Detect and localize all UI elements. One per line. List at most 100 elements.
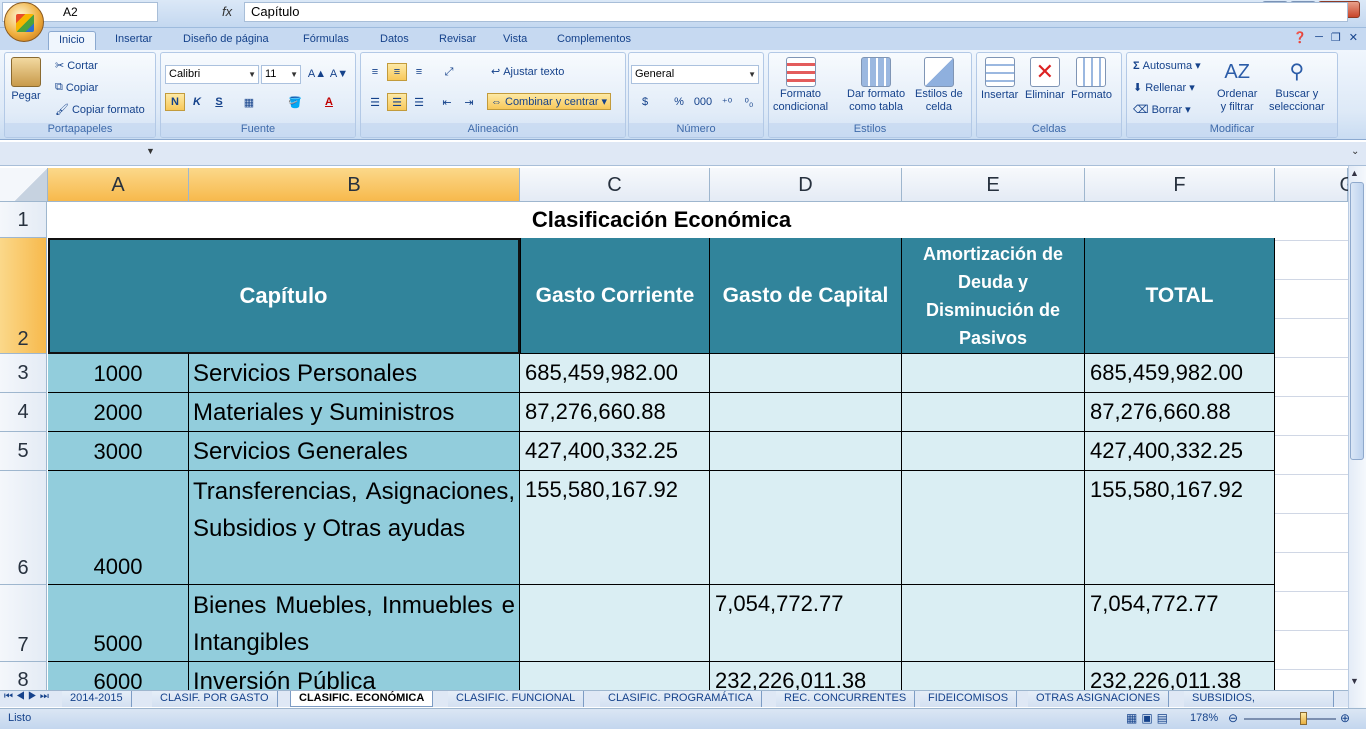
column-header-a[interactable]: A — [48, 168, 189, 202]
row-header-2[interactable]: 2 — [0, 238, 47, 354]
tab-inicio[interactable]: Inicio — [48, 31, 96, 50]
view-mode-icons[interactable]: ▦▣▤ — [1126, 711, 1172, 725]
row-header-3[interactable]: 3 — [0, 354, 47, 393]
sheet-tab-active[interactable]: CLASIFIC. ECONÓMICA — [290, 691, 434, 707]
sheet-tab[interactable]: OTRAS ASIGNACIONES — [1028, 691, 1170, 707]
cell-capital[interactable]: 232,226,011.38 — [710, 662, 902, 690]
expand-formula-bar-icon[interactable]: ⌄ — [1351, 146, 1359, 157]
header-gasto-capital[interactable]: Gasto de Capital — [710, 238, 902, 354]
font-name-combo[interactable]: Calibri ▼ — [165, 65, 259, 84]
cell-corriente[interactable]: 87,276,660.88 — [520, 393, 710, 432]
scroll-up-icon[interactable]: ▲ — [1350, 168, 1359, 178]
restore-workbook-icon[interactable]: ❐ — [1331, 31, 1341, 44]
cell-corriente[interactable] — [520, 585, 710, 662]
vertical-scroll-thumb[interactable] — [1350, 182, 1364, 460]
cell-total[interactable]: 87,276,660.88 — [1085, 393, 1275, 432]
row-header-6[interactable]: 6 — [0, 471, 47, 585]
percent-button[interactable]: % — [669, 93, 689, 111]
sort-filter-button[interactable]: AZ Ordenar y filtrar — [1217, 57, 1257, 113]
cell-corriente[interactable]: 155,580,167.92 — [520, 471, 710, 585]
row-header-5[interactable]: 5 — [0, 432, 47, 471]
header-total[interactable]: TOTAL — [1085, 238, 1275, 354]
italic-button[interactable]: K — [187, 93, 207, 111]
align-top-icon[interactable]: ≡ — [365, 63, 385, 81]
autosum-button[interactable]: Σ Autosuma ▾ — [1133, 59, 1201, 73]
cell-code[interactable]: 6000 — [48, 662, 189, 690]
cell-total[interactable]: 685,459,982.00 — [1085, 354, 1275, 393]
scroll-down-icon[interactable]: ▼ — [1350, 676, 1359, 686]
select-all-button[interactable] — [0, 168, 48, 202]
formula-input[interactable]: Capítulo — [244, 2, 1348, 22]
orientation-icon[interactable]: ⤢ — [439, 63, 459, 81]
sheet-tab[interactable]: FIDEICOMISOS — [920, 691, 1018, 707]
conditional-format-button[interactable]: Formato condicional — [773, 57, 828, 113]
minimize-workbook-icon[interactable]: ─ — [1315, 31, 1323, 44]
row-header-8[interactable]: 8 — [0, 662, 47, 690]
grow-font-button[interactable]: A▲ — [307, 65, 327, 83]
fill-color-icon[interactable]: 🪣 — [285, 93, 305, 111]
increase-indent-icon[interactable]: ⇥ — [459, 93, 479, 111]
column-header-f[interactable]: F — [1085, 168, 1275, 202]
delete-cells-button[interactable]: ✕ Eliminar — [1025, 57, 1065, 101]
clear-button[interactable]: ⌫ Borrar ▾ — [1133, 103, 1191, 117]
cell-name[interactable]: Inversión Pública — [189, 662, 520, 690]
sheet-tab[interactable]: 2014-2015 — [62, 691, 132, 707]
bold-button[interactable]: N — [165, 93, 185, 111]
tab-vista[interactable]: Vista — [493, 31, 537, 50]
row-header-1[interactable]: 1 — [0, 202, 47, 238]
align-center-icon[interactable]: ☰ — [387, 93, 407, 111]
cell-total[interactable]: 7,054,772.77 — [1085, 585, 1275, 662]
align-left-icon[interactable]: ☰ — [365, 93, 385, 111]
zoom-out-icon[interactable]: ⊖ — [1228, 711, 1238, 725]
insert-cells-button[interactable]: Insertar — [981, 57, 1018, 101]
cell-total[interactable]: 155,580,167.92 — [1085, 471, 1275, 585]
cell-name[interactable]: Materiales y Suministros — [189, 393, 520, 432]
tab-diseno[interactable]: Diseño de página — [173, 31, 279, 50]
merge-center-button[interactable]: ⇔ Combinar y centrar ▾ — [487, 93, 612, 110]
cell-code[interactable]: 3000 — [48, 432, 189, 471]
format-cells-button[interactable]: Formato — [1071, 57, 1112, 101]
cell-name[interactable]: Transferencias, Asignaciones, Subsidios … — [189, 471, 520, 585]
cell-corriente[interactable]: 685,459,982.00 — [520, 354, 710, 393]
insert-function-icon[interactable]: fx — [222, 4, 232, 19]
find-select-button[interactable]: ⚲ Buscar y seleccionar — [1269, 57, 1325, 113]
sheet-tab[interactable]: CLASIFIC. FUNCIONAL — [448, 691, 585, 707]
header-capitulo[interactable]: Capítulo — [48, 238, 520, 354]
row-header-7[interactable]: 7 — [0, 585, 47, 662]
spreadsheet-grid[interactable]: A B C D E F G 1 2 3 4 5 6 7 8 Clasificac… — [0, 168, 1348, 690]
column-header-c[interactable]: C — [520, 168, 710, 202]
sheet-tab[interactable]: SUBSIDIOS, SUBVENCIONES — [1184, 691, 1334, 707]
align-middle-icon[interactable]: ≡ — [387, 63, 407, 81]
fill-button[interactable]: ⬇ Rellenar ▾ — [1133, 81, 1195, 95]
copy-button[interactable]: ⧉ Copiar — [55, 81, 98, 94]
zoom-level[interactable]: 178% — [1190, 712, 1218, 724]
column-header-d[interactable]: D — [710, 168, 902, 202]
font-color-icon[interactable]: A — [319, 93, 339, 111]
font-size-combo[interactable]: 11 ▼ — [261, 65, 301, 84]
column-header-e[interactable]: E — [902, 168, 1085, 202]
shrink-font-button[interactable]: A▼ — [329, 65, 349, 83]
cell-total[interactable]: 427,400,332.25 — [1085, 432, 1275, 471]
cell-amortizacion[interactable] — [902, 393, 1085, 432]
cell-capital[interactable]: 7,054,772.77 — [710, 585, 902, 662]
cell-capital[interactable] — [710, 393, 902, 432]
office-button[interactable] — [4, 2, 44, 42]
number-format-combo[interactable]: General ▼ — [631, 65, 759, 84]
cell-amortizacion[interactable] — [902, 585, 1085, 662]
zoom-slider-track[interactable] — [1244, 718, 1336, 720]
cell-amortizacion[interactable] — [902, 432, 1085, 471]
empty-column-g[interactable] — [1275, 202, 1348, 690]
sheet-tab[interactable]: CLASIFIC. PROGRAMÁTICA — [600, 691, 762, 707]
cell-name[interactable]: Bienes Muebles, Inmuebles e Intangibles — [189, 585, 520, 662]
sheet-tab[interactable]: CLASIF. POR GASTO — [152, 691, 278, 707]
cell-amortizacion[interactable] — [902, 471, 1085, 585]
column-header-b[interactable]: B — [189, 168, 520, 202]
header-amortizacion[interactable]: Amortización de Deuda y Disminución de P… — [902, 238, 1085, 354]
tab-complementos[interactable]: Complementos — [547, 31, 641, 50]
header-gasto-corriente[interactable]: Gasto Corriente — [520, 238, 710, 354]
thousands-button[interactable]: 000 — [691, 93, 715, 111]
align-bottom-icon[interactable]: ≡ — [409, 63, 429, 81]
column-header-g[interactable]: G — [1275, 168, 1348, 202]
zoom-in-icon[interactable]: ⊕ — [1340, 711, 1350, 725]
format-painter-button[interactable]: 🖌 Copiar formato — [55, 103, 145, 117]
